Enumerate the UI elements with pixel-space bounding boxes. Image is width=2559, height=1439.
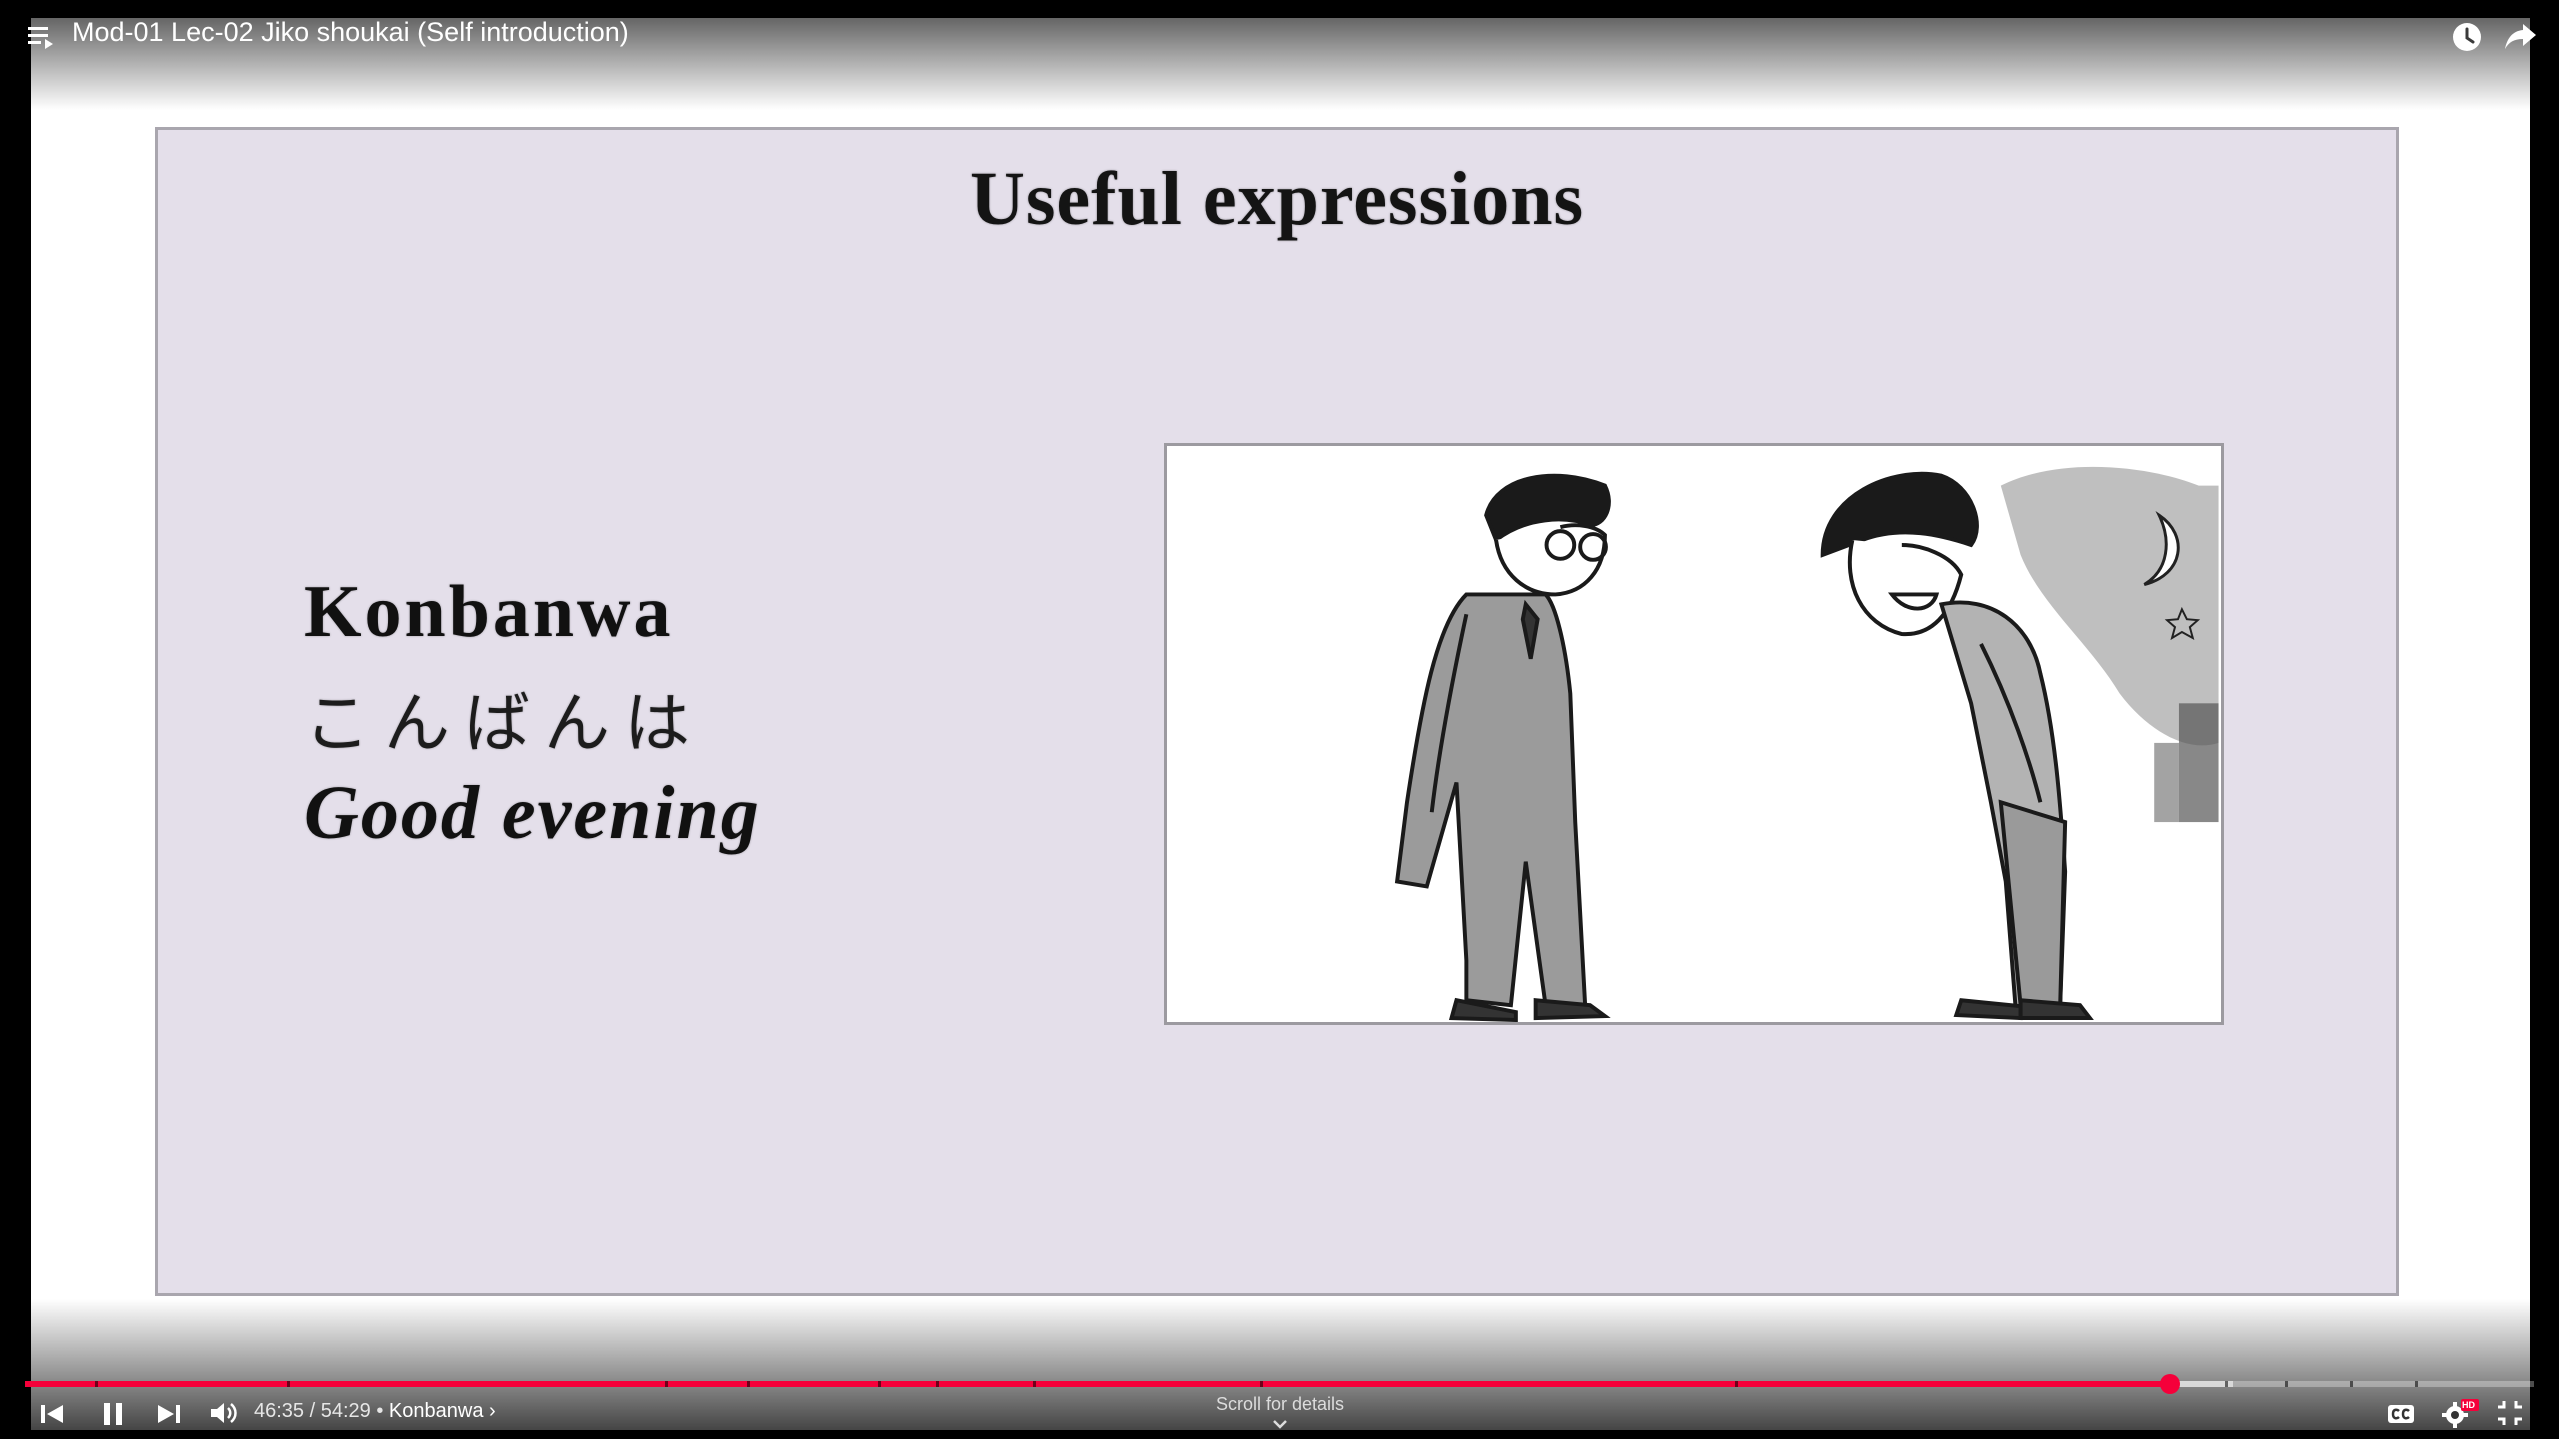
chapter-marker (1260, 1381, 1263, 1387)
video-title[interactable]: Mod-01 Lec-02 Jiko shoukai (Self introdu… (72, 17, 629, 48)
chapter-marker (878, 1381, 881, 1387)
clock-icon[interactable] (2450, 20, 2484, 54)
chapter-marker (747, 1381, 750, 1387)
chapter-marker (665, 1381, 668, 1387)
bowing-men-drawing (1394, 466, 2219, 1022)
playlist-icon[interactable] (26, 22, 56, 52)
phrase-english: Good evening (304, 771, 761, 855)
slide-title: Useful expressions (969, 157, 1585, 241)
chapter-marker (936, 1381, 939, 1387)
settings-hd-icon[interactable]: HD (2440, 1397, 2480, 1429)
current-time: 46:35 (254, 1400, 305, 1422)
hd-badge: HD (2462, 1400, 2475, 1410)
volume-icon[interactable] (208, 1397, 238, 1429)
previous-icon[interactable] (38, 1397, 66, 1429)
chapter-marker (2415, 1381, 2418, 1387)
chapter-marker (2350, 1381, 2353, 1387)
phrase-romaji: Konbanwa (304, 571, 674, 653)
progress-played (25, 1381, 2171, 1387)
chapter-separator: • (370, 1400, 389, 1422)
scroll-for-details-hint[interactable]: Scroll for details (1180, 1394, 1380, 1415)
time-display: 46:35 / 54:29 • Konbanwa › (254, 1400, 496, 1423)
captions-icon[interactable] (2384, 1397, 2418, 1429)
chapter-title-button[interactable]: Konbanwa › (389, 1400, 496, 1422)
exit-fullscreen-icon[interactable] (2494, 1397, 2526, 1429)
businessman-figure (1394, 473, 1611, 1022)
chapter-marker (287, 1381, 290, 1387)
lecture-slide: Useful expressions Konbanwa こんばんは Good e… (155, 127, 2399, 1296)
video-player[interactable]: Useful expressions Konbanwa こんばんは Good e… (0, 0, 2559, 1439)
chapter-marker (1033, 1381, 1036, 1387)
chapter-marker (95, 1381, 98, 1387)
video-surface[interactable]: Useful expressions Konbanwa こんばんは Good e… (31, 18, 2530, 1430)
next-icon[interactable] (155, 1397, 183, 1429)
phrase-kana: こんばんは (304, 685, 704, 762)
chapter-marker (2225, 1381, 2228, 1387)
share-icon[interactable] (2503, 18, 2539, 54)
pause-icon[interactable] (99, 1397, 127, 1429)
time-separator: / (304, 1400, 321, 1422)
duration: 54:29 (320, 1400, 371, 1422)
chapter-marker (2285, 1381, 2288, 1387)
bowing-men-illustration (1164, 443, 2224, 1025)
chevron-down-icon[interactable] (1270, 1418, 1290, 1432)
chapter-marker (1735, 1381, 1738, 1387)
progress-bar[interactable] (25, 1374, 2534, 1394)
